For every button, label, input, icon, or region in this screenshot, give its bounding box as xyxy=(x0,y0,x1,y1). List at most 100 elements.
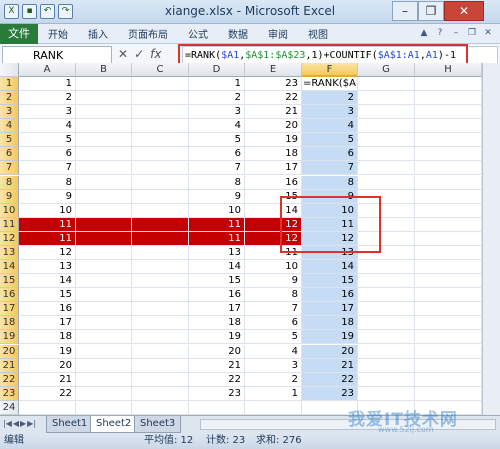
row-header[interactable]: 19 xyxy=(0,330,19,345)
cell[interactable] xyxy=(358,386,415,401)
cell[interactable]: 7 xyxy=(245,302,302,317)
cell[interactable]: =RANK($A1 xyxy=(302,77,358,91)
cell[interactable] xyxy=(415,358,482,373)
cell[interactable]: 15 xyxy=(19,288,76,303)
cell[interactable] xyxy=(415,344,482,359)
cell[interactable] xyxy=(19,400,76,415)
cell[interactable]: 6 xyxy=(19,147,76,162)
cell[interactable] xyxy=(415,260,482,275)
cell[interactable] xyxy=(132,302,189,317)
cell[interactable] xyxy=(358,274,415,289)
sheet-tab-sheet1[interactable]: Sheet1 xyxy=(46,416,94,433)
prev-sheet-icon[interactable]: ◀ xyxy=(13,419,19,428)
cell[interactable] xyxy=(76,231,132,246)
sheet-tab-sheet2[interactable]: Sheet2 xyxy=(90,416,138,433)
cell[interactable] xyxy=(415,231,482,246)
cell[interactable]: 6 xyxy=(189,147,245,162)
cell[interactable]: 9 xyxy=(19,189,76,204)
tab-insert[interactable]: 插入 xyxy=(78,26,118,41)
cell[interactable]: 14 xyxy=(19,274,76,289)
cell[interactable] xyxy=(415,372,482,387)
cell[interactable]: 11 xyxy=(189,217,245,232)
row-header[interactable]: 6 xyxy=(0,147,19,162)
cell[interactable] xyxy=(76,400,132,415)
cell[interactable]: 6 xyxy=(302,147,358,162)
next-sheet-icon[interactable]: ▶ xyxy=(20,419,26,428)
cell[interactable]: 10 xyxy=(245,260,302,275)
cell[interactable] xyxy=(415,189,482,204)
cell[interactable] xyxy=(76,288,132,303)
sheet-tab-sheet3[interactable]: Sheet3 xyxy=(134,416,182,433)
cell[interactable] xyxy=(358,358,415,373)
cell[interactable]: 9 xyxy=(189,189,245,204)
cell[interactable]: 4 xyxy=(302,119,358,134)
close-button[interactable]: ✕ xyxy=(444,1,484,21)
cell[interactable] xyxy=(76,245,132,260)
cell[interactable]: 11 xyxy=(189,231,245,246)
row-header[interactable]: 18 xyxy=(0,316,19,331)
cell[interactable] xyxy=(76,217,132,232)
cell[interactable] xyxy=(358,372,415,387)
cell[interactable] xyxy=(358,105,415,120)
row-header[interactable]: 20 xyxy=(0,344,19,359)
row-header[interactable]: 15 xyxy=(0,274,19,289)
cell[interactable]: 13 xyxy=(19,260,76,275)
cell[interactable]: 13 xyxy=(189,245,245,260)
cell[interactable]: 21 xyxy=(302,358,358,373)
select-all-corner[interactable] xyxy=(0,63,19,77)
cell[interactable] xyxy=(76,91,132,106)
cell[interactable] xyxy=(76,189,132,204)
cell[interactable] xyxy=(415,217,482,232)
row-header[interactable]: 7 xyxy=(0,161,19,176)
cell[interactable]: 21 xyxy=(245,105,302,120)
cell[interactable]: 20 xyxy=(19,358,76,373)
cell[interactable] xyxy=(132,274,189,289)
insert-function-icon[interactable]: fx xyxy=(150,47,161,61)
cell[interactable] xyxy=(132,203,189,218)
cell[interactable]: 18 xyxy=(19,330,76,345)
row-header[interactable]: 17 xyxy=(0,302,19,317)
cell[interactable]: 21 xyxy=(19,372,76,387)
cell[interactable] xyxy=(245,400,302,415)
cell[interactable] xyxy=(76,330,132,345)
cell[interactable]: 19 xyxy=(19,344,76,359)
cell[interactable]: 14 xyxy=(302,260,358,275)
cell[interactable] xyxy=(415,386,482,401)
cell[interactable]: 23 xyxy=(245,77,302,91)
cell[interactable] xyxy=(358,288,415,303)
cell[interactable]: 22 xyxy=(189,372,245,387)
tab-review[interactable]: 审阅 xyxy=(258,26,298,41)
maximize-button[interactable]: ❐ xyxy=(418,1,444,21)
cell[interactable]: 2 xyxy=(189,91,245,106)
cell[interactable]: 20 xyxy=(245,119,302,134)
cell[interactable]: 20 xyxy=(302,344,358,359)
cell[interactable] xyxy=(415,330,482,345)
cell[interactable] xyxy=(132,260,189,275)
cell[interactable]: 4 xyxy=(245,344,302,359)
help-icon[interactable]: ? xyxy=(434,27,446,39)
cell[interactable] xyxy=(358,161,415,176)
cell[interactable]: 22 xyxy=(19,386,76,401)
cell[interactable]: 8 xyxy=(245,288,302,303)
cell[interactable]: 16 xyxy=(245,175,302,190)
cell[interactable]: 5 xyxy=(189,133,245,148)
column-header-d[interactable]: D xyxy=(189,63,245,77)
cell[interactable]: 1 xyxy=(19,77,76,91)
cell[interactable] xyxy=(415,161,482,176)
row-header[interactable]: 10 xyxy=(0,203,19,218)
cell[interactable]: 8 xyxy=(189,175,245,190)
cell[interactable]: 10 xyxy=(189,203,245,218)
cell[interactable] xyxy=(358,175,415,190)
cell[interactable] xyxy=(132,245,189,260)
cell[interactable]: 18 xyxy=(302,316,358,331)
row-header[interactable]: 11 xyxy=(0,217,19,232)
row-header[interactable]: 13 xyxy=(0,245,19,260)
cell[interactable]: 16 xyxy=(302,288,358,303)
cell[interactable] xyxy=(415,175,482,190)
cell[interactable] xyxy=(358,133,415,148)
cell[interactable] xyxy=(415,203,482,218)
cell[interactable] xyxy=(415,316,482,331)
cell[interactable] xyxy=(132,77,189,91)
cell[interactable] xyxy=(132,344,189,359)
cell[interactable] xyxy=(132,119,189,134)
